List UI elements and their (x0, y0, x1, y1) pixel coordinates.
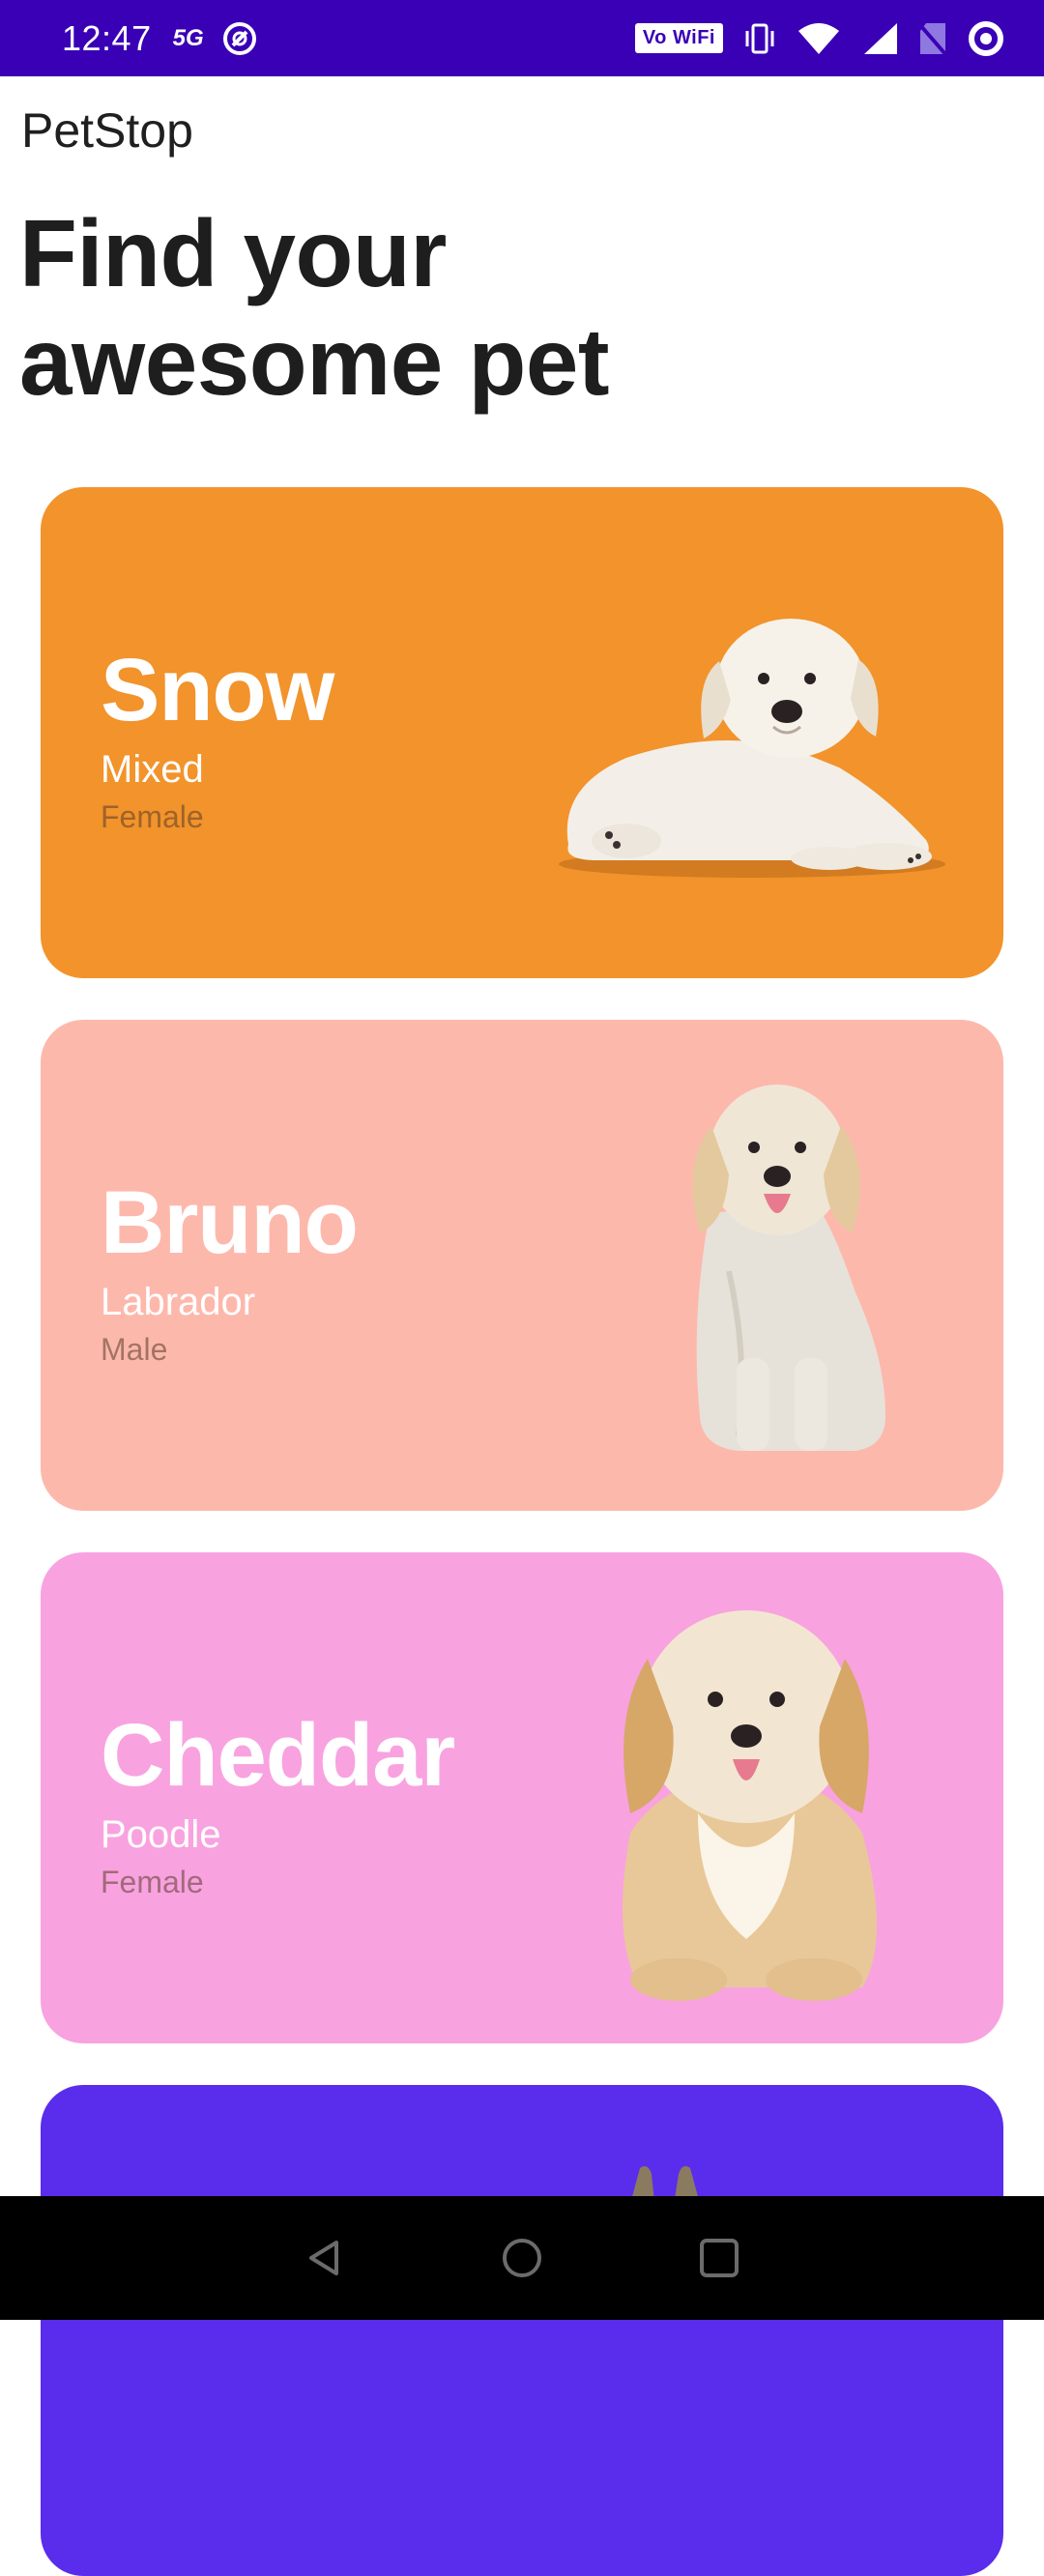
wifi-icon (798, 22, 839, 54)
pet-card-partial[interactable] (41, 2085, 1003, 2576)
home-icon[interactable] (501, 2237, 543, 2279)
status-left-icons: 5G (173, 20, 258, 57)
pet-gender: Female (101, 799, 204, 834)
pet-name: Snow (101, 641, 334, 739)
app-title: PetStop (21, 103, 193, 158)
no-sim-icon (918, 22, 947, 55)
pet-name: Cheddar (101, 1706, 455, 1805)
recents-icon[interactable] (698, 2237, 740, 2279)
cell-signal-icon (864, 22, 897, 54)
navigation-bar (0, 2196, 1044, 2320)
pet-card-cheddar[interactable]: Cheddar Poodle Female (41, 1552, 1003, 2043)
pet-gender: Female (101, 1865, 204, 1899)
pet-breed: Mixed (101, 748, 204, 791)
data-saver-icon (222, 21, 256, 55)
page-heading-line1: Find your (19, 200, 447, 306)
pet-breed: Poodle (101, 1813, 221, 1856)
golden-retriever-image (692, 1085, 885, 1451)
status-right-icons: Vo WiFi (634, 19, 1005, 58)
pet-gender: Male (101, 1332, 168, 1367)
fluffy-dog-image (623, 1610, 877, 2001)
page-heading-line2: awesome pet (19, 308, 609, 415)
status-bar: 12:47 5G Vo WiFi (0, 0, 1044, 76)
vowifi-badge: Vo WiFi (634, 23, 723, 53)
back-icon[interactable] (304, 2237, 346, 2279)
pet-card-bruno[interactable]: Bruno Labrador Male (41, 1020, 1003, 1511)
vibrate-icon (745, 23, 774, 53)
page-heading: Find your awesome pet (19, 199, 696, 416)
network-5g-icon: 5G (172, 24, 204, 51)
battery-saver-icon (969, 20, 1003, 56)
status-time: 12:47 (62, 17, 152, 58)
pet-breed: Labrador (101, 1281, 256, 1323)
pet-card-snow[interactable]: Snow Mixed Female (41, 487, 1003, 978)
white-puppy-image (559, 619, 945, 878)
pet-name: Bruno (101, 1173, 359, 1272)
